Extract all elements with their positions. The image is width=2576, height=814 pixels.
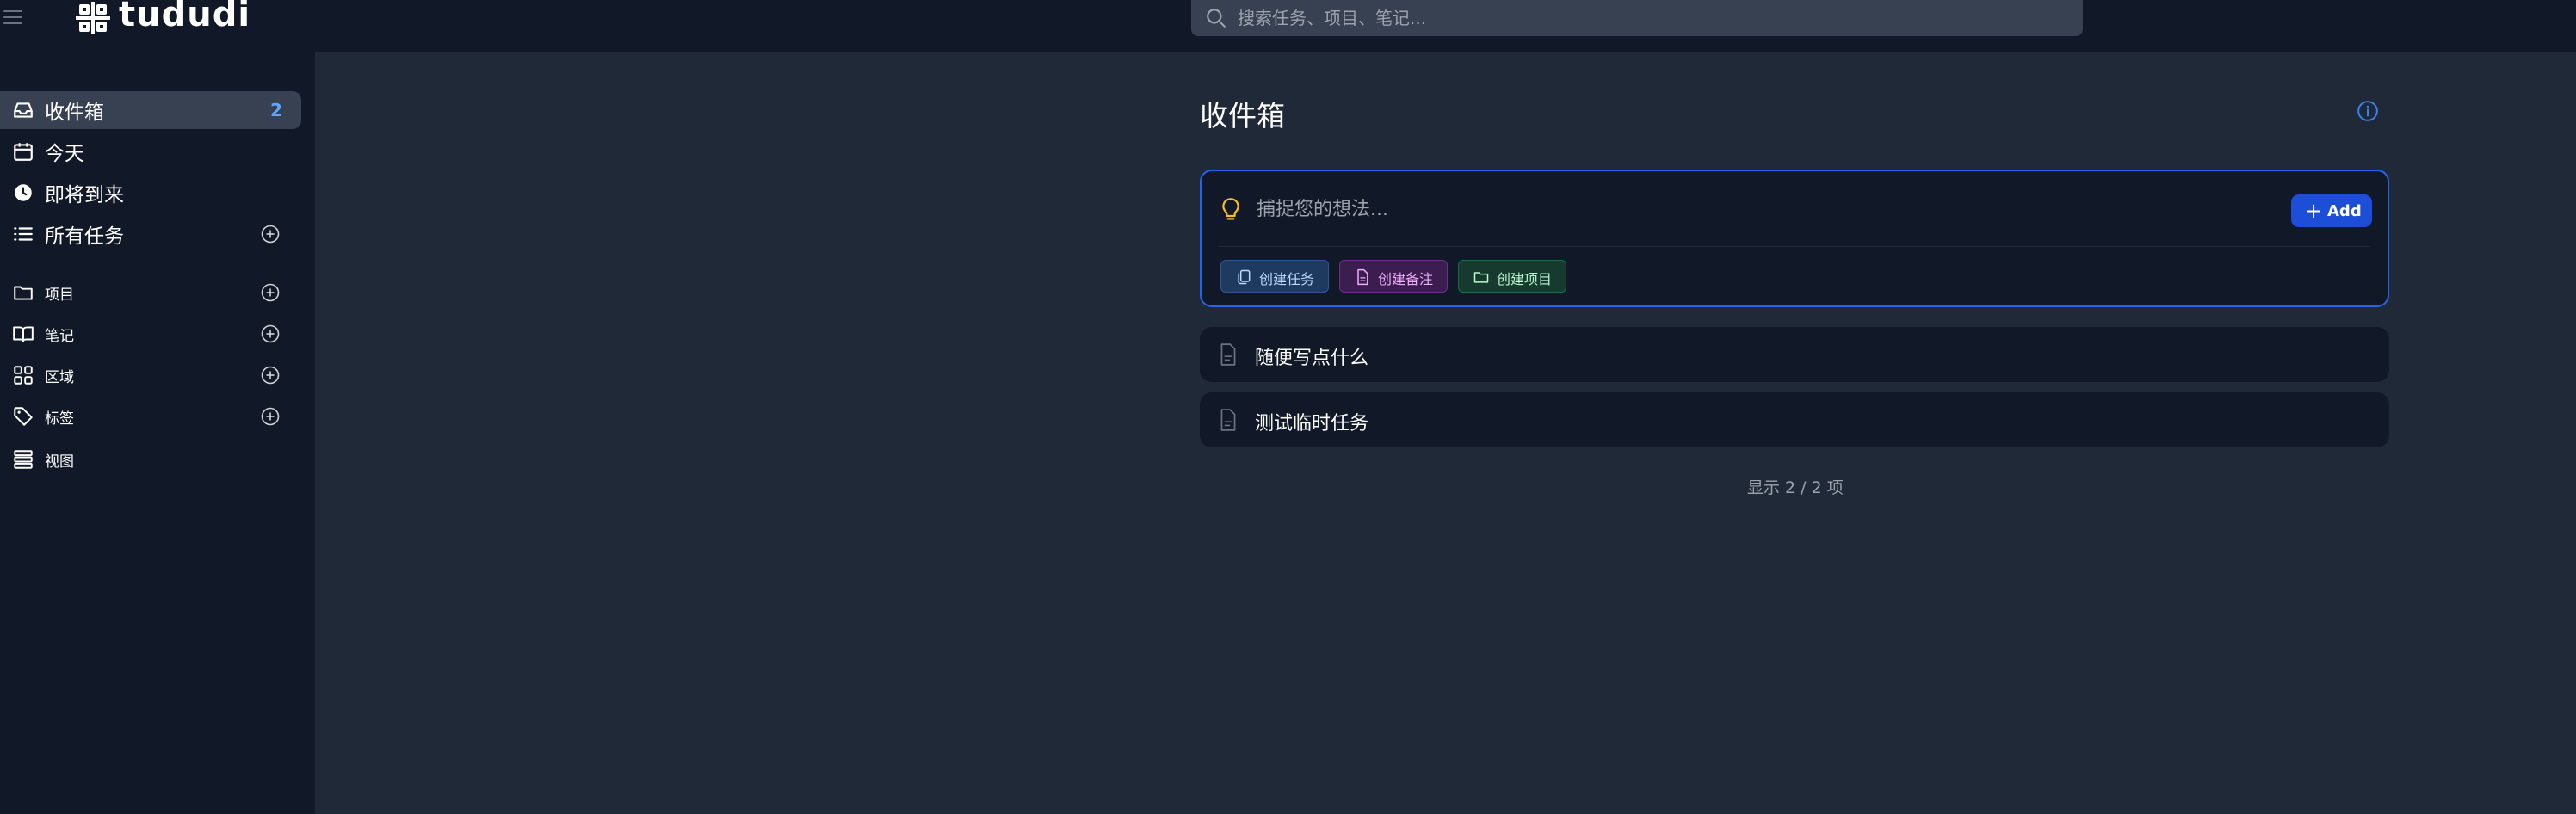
calendar-icon — [14, 143, 33, 161]
create-note-chip[interactable]: 创建备注 — [1339, 260, 1448, 293]
sidebar-item-label: 所有任务 — [45, 225, 124, 248]
menu-icon[interactable] — [3, 7, 24, 28]
create-project-chip[interactable]: 创建项目 — [1458, 260, 1566, 293]
copy-icon — [1238, 269, 1251, 285]
search-input[interactable] — [1236, 3, 2066, 33]
quick-capture-card: + Add 创建任务 创建备注 创建项目 — [1200, 170, 2389, 307]
lightbulb-icon — [1222, 198, 1239, 220]
create-task-chip[interactable]: 创建任务 — [1220, 260, 1329, 293]
tag-icon — [14, 407, 33, 426]
book-icon — [13, 326, 34, 342]
sidebar-item-label: 区域 — [45, 368, 74, 386]
inbox-count-badge: 2 — [270, 100, 282, 120]
document-icon — [1357, 268, 1368, 286]
sidebar-item-label: 项目 — [45, 286, 74, 304]
inbox-icon — [14, 102, 33, 118]
chip-label: 创建任务 — [1259, 271, 1315, 287]
folder-icon — [14, 286, 33, 300]
add-area-icon[interactable] — [260, 365, 281, 385]
page-title: 收件箱 — [1200, 99, 1285, 133]
capture-input[interactable] — [1255, 190, 2257, 228]
search-icon — [1207, 9, 1226, 28]
sidebar-item-inbox[interactable]: 收件箱 2 — [0, 91, 301, 129]
sidebar: 收件箱 2 今天 即将到来 所有任务 项目 笔记 区域 标签 视图 — [0, 52, 315, 814]
add-button[interactable]: + Add — [2291, 194, 2372, 227]
logo-icon — [76, 2, 110, 34]
list-item[interactable]: 随便写点什么 — [1200, 327, 2389, 382]
info-icon[interactable] — [2357, 100, 2379, 122]
add-task-icon[interactable] — [260, 224, 281, 244]
stack-icon — [14, 450, 33, 469]
chip-label: 创建项目 — [1497, 271, 1553, 287]
add-tag-icon[interactable] — [260, 406, 281, 427]
sidebar-item-label: 笔记 — [45, 327, 74, 345]
sidebar-item-label: 收件箱 — [45, 102, 104, 124]
document-icon — [1220, 343, 1236, 366]
plus-icon: + — [2305, 199, 2323, 223]
top-bar: tududi — [0, 0, 2576, 52]
list-item-text: 随便写点什么 — [1255, 348, 1369, 369]
list-item-text: 测试临时任务 — [1255, 413, 1369, 435]
grid-icon — [14, 366, 33, 385]
chip-label: 创建备注 — [1378, 271, 1434, 287]
sidebar-item-label: 即将到来 — [45, 184, 124, 207]
item-count-summary: 显示 2 / 2 项 — [1747, 478, 1844, 497]
add-note-icon[interactable] — [260, 324, 281, 344]
clock-icon — [15, 184, 32, 201]
list-item[interactable]: 测试临时任务 — [1200, 392, 2389, 447]
document-icon — [1220, 409, 1236, 431]
add-button-label: Add — [2327, 202, 2362, 220]
sidebar-item-label: 今天 — [45, 143, 84, 165]
logo-wordmark[interactable]: tududi — [119, 0, 250, 34]
sidebar-item-label: 标签 — [45, 410, 74, 428]
divider — [1219, 246, 2370, 247]
search-bar[interactable] — [1191, 0, 2083, 36]
add-project-icon[interactable] — [260, 282, 281, 303]
list-icon — [14, 227, 33, 241]
folder-icon — [1473, 272, 1489, 283]
sidebar-item-label: 视图 — [45, 453, 74, 471]
